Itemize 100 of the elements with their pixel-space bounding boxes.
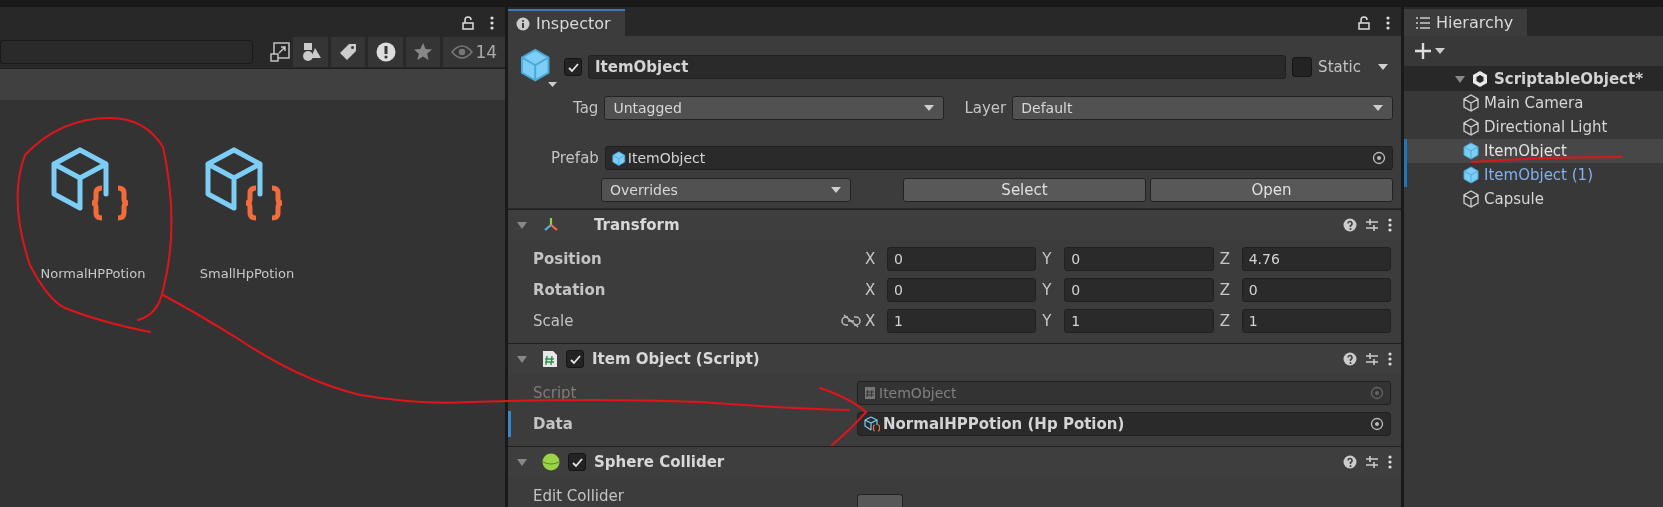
axis-label: X (865, 281, 877, 299)
scene-row[interactable]: ScriptableObject* (1404, 67, 1663, 91)
enabled-checkbox[interactable] (568, 453, 586, 471)
property-label: Rotation (533, 281, 607, 299)
check-icon (566, 61, 580, 73)
more-icon[interactable] (1387, 352, 1393, 366)
prefab-button[interactable]: Select (903, 178, 1146, 202)
shapes-icon (300, 42, 321, 62)
static-label: Static (1318, 58, 1361, 76)
layer-dropdown[interactable]: Default (1012, 96, 1393, 120)
visibility-button[interactable]: 14 (443, 37, 505, 67)
axes-icon (542, 216, 560, 234)
object-field[interactable]: NormalHPPotion (Hp Potion) (857, 412, 1391, 436)
link-icon[interactable] (841, 314, 861, 328)
asset-name[interactable]: SmallHpPotion (199, 266, 295, 281)
more-icon[interactable] (1385, 16, 1391, 30)
cube-icon (518, 46, 558, 88)
presets-icon[interactable] (1365, 352, 1379, 366)
axis-label: Y (1042, 312, 1053, 330)
help-icon[interactable] (1343, 218, 1357, 232)
scene-name: ScriptableObject* (1494, 70, 1644, 88)
number-field[interactable]: 0 (887, 278, 1037, 302)
enabled-checkbox[interactable] (566, 350, 584, 368)
cube-icon (1463, 166, 1480, 184)
static-checkbox[interactable] (1292, 57, 1313, 77)
star-icon (413, 42, 434, 62)
prefab-field[interactable]: ItemObject (604, 146, 1393, 170)
info-icon (516, 16, 530, 31)
active-checkbox[interactable] (564, 58, 582, 76)
number-field[interactable]: 0 (887, 247, 1037, 271)
foldout-icon[interactable] (516, 457, 528, 467)
component-title: Item Object (Script) (592, 350, 761, 368)
script-file-icon (864, 386, 876, 400)
caret-icon (923, 104, 936, 112)
hierarchy-tab[interactable]: Hierarchy (1404, 9, 1528, 36)
hierarchy-item[interactable]: ItemObject (1404, 139, 1663, 163)
number-field[interactable]: 1 (1064, 309, 1214, 333)
eye-icon (451, 45, 474, 59)
add-button[interactable] (1414, 42, 1445, 60)
hierarchy-item[interactable]: Directional Light (1404, 115, 1663, 139)
tag-dropdown[interactable]: Untagged (604, 96, 945, 120)
help-icon[interactable] (1343, 352, 1357, 366)
sphere-icon (542, 453, 560, 471)
foldout-icon[interactable] (1454, 74, 1466, 84)
property-label: Scale (533, 312, 575, 330)
number-field[interactable]: 0 (1241, 278, 1391, 302)
asset-name[interactable]: NormalHPPotion (40, 266, 146, 281)
check-icon (568, 353, 582, 365)
number-field[interactable]: 4.76 (1241, 247, 1391, 271)
cube-icon (1463, 190, 1480, 208)
more-icon[interactable] (489, 16, 495, 30)
expand-icon[interactable] (270, 42, 291, 62)
presets-icon[interactable] (1365, 455, 1379, 469)
issues-filter-button[interactable] (368, 37, 403, 67)
cube-icon (1463, 94, 1480, 112)
axis-label: Y (1042, 250, 1053, 268)
foldout-icon[interactable] (516, 220, 528, 230)
caret-icon (830, 186, 842, 194)
number-field[interactable]: 0 (1064, 278, 1214, 302)
help-icon[interactable] (1343, 455, 1357, 469)
dropdown-arrow-icon[interactable] (1377, 63, 1389, 71)
axis-label: Y (1042, 281, 1053, 299)
axis-label: Z (1219, 312, 1231, 330)
object-picker-icon[interactable] (1372, 151, 1386, 165)
cube-icon (1463, 142, 1480, 160)
foldout-icon[interactable] (516, 354, 528, 364)
cube-icon (1463, 118, 1480, 136)
hierarchy-item[interactable]: Capsule (1404, 187, 1663, 211)
prefab-button[interactable]: Open (1150, 178, 1393, 202)
hierarchy-item[interactable]: ItemObject (1) (1404, 163, 1663, 187)
component-title: Transform (594, 216, 681, 234)
presets-icon[interactable] (1365, 218, 1379, 232)
prefab-name: ItemObject (627, 150, 706, 166)
overrides-dropdown[interactable]: Overrides (601, 178, 851, 202)
exclamation-icon (375, 42, 396, 62)
more-icon[interactable] (1387, 455, 1393, 469)
hierarchy-item[interactable]: Main Camera (1404, 91, 1663, 115)
inspector-tab[interactable]: Inspector (508, 9, 625, 36)
check-icon (570, 456, 584, 468)
lock-icon[interactable] (461, 16, 475, 30)
lock-icon[interactable] (1357, 16, 1371, 30)
favorites-button[interactable] (405, 37, 441, 67)
cube-icon (611, 150, 626, 166)
number-field[interactable]: 1 (1241, 309, 1391, 333)
caret-icon (1372, 104, 1384, 112)
number-field[interactable]: 0 (1064, 247, 1214, 271)
name-field[interactable]: ItemObject (588, 55, 1287, 79)
label-filter-button[interactable] (330, 37, 366, 67)
prefab-label: Prefab (551, 149, 599, 167)
type-filter-button[interactable] (293, 37, 328, 67)
object-name: NormalHPPotion (Hp Potion) (883, 415, 1125, 433)
more-icon[interactable] (1387, 218, 1393, 232)
tag-label: Tag (573, 99, 599, 117)
layer-label: Layer (964, 99, 1007, 117)
number-field[interactable]: 1 (887, 309, 1037, 333)
script-file-icon (542, 350, 558, 368)
plus-icon (1414, 42, 1432, 60)
object-picker-icon[interactable] (1370, 417, 1384, 431)
property-label: Data (533, 415, 574, 433)
list-icon (1416, 16, 1430, 29)
